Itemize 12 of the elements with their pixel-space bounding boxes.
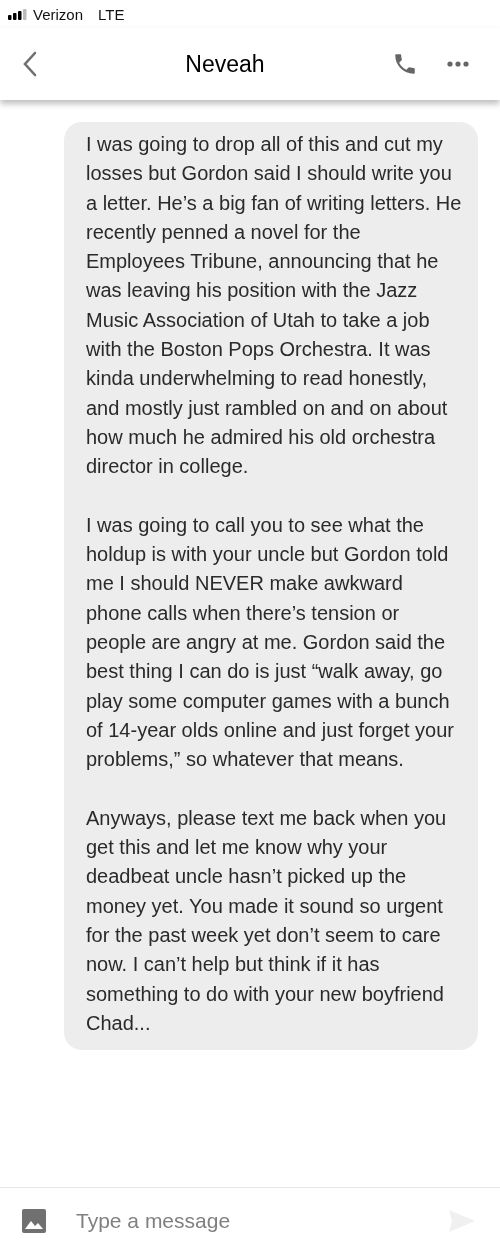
message-paragraph: Anyways, please text me back when you get this and let me know why your deadbeat uncle hasn’t picked up the money yet. You made it sound so urgent for the past week yet don’t seem to care now. I can’t help but think if it has something to do with your new boyfriend Chad... [86,805,448,1036]
back-icon[interactable] [22,51,38,77]
message-paragraph: I was going to call you to see what the holdup is with your uncle but Gordon told me I should NEVER make awkward phone calls when there’s tension or people are angry at me. Gordon said the best thing I can do is just “walk away, go play some computer games with a bunch of 14-year olds online and just forget your problems,” so whatever that means. [86,512,455,773]
contact-name: Neveah [184,50,266,78]
network-type: LTE [98,5,125,23]
message-input[interactable]: Type a message [76,1209,418,1233]
phone-icon[interactable] [392,51,418,77]
message-paragraph: I was going to drop all of this and cut my losses but Gordon said I should write you a letter. He’s a big fan of writing letters. He recently penned a novel for the Employees Tribune, announcing that he was leaving his position with the Jazz Music Association of Utah to take a job with the Boston Pops Orchestra. It was kinda underwhelming to read honestly, and mostly just rambled on and on about how much he admired his old orchestra director in college. [86,132,462,480]
image-icon[interactable] [22,1209,46,1233]
signal-icon [8,8,28,20]
more-icon[interactable] [446,60,470,68]
carrier-name: Verizon [33,5,84,23]
